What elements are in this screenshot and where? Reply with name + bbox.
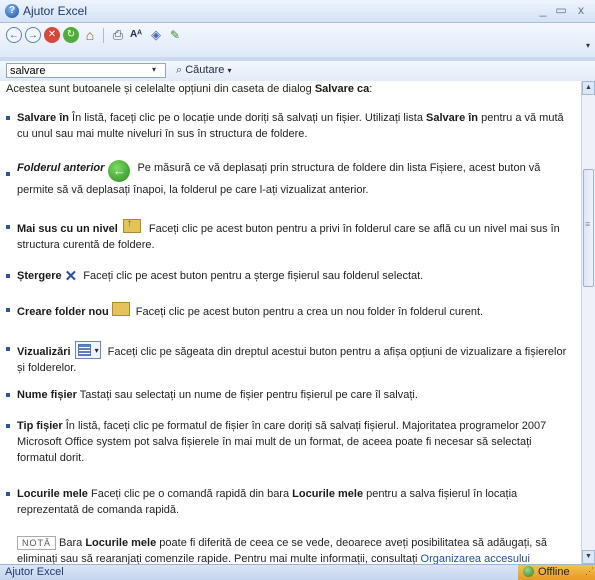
folder-up-icon	[122, 216, 141, 233]
minimize-button[interactable]: _	[535, 2, 551, 18]
refresh-icon[interactable]: ↻	[63, 27, 79, 43]
list-item-tip-fisier: Tip fișier În listă, faceți clic pe form…	[6, 418, 569, 466]
bullet	[6, 172, 10, 176]
vertical-scrollbar[interactable]: ▲ ▼	[581, 81, 595, 564]
scroll-up-icon[interactable]: ▲	[582, 81, 595, 95]
bullet	[6, 274, 10, 278]
bullet	[6, 225, 10, 229]
note-badge: NOTĂ	[17, 536, 57, 550]
back-icon[interactable]: ←	[6, 27, 22, 43]
stop-icon[interactable]: ✕	[44, 27, 60, 43]
maximize-button[interactable]: ▭	[553, 2, 569, 18]
close-button[interactable]: x	[573, 2, 589, 18]
bullet	[6, 492, 10, 496]
print-icon[interactable]: ⎙	[110, 27, 126, 43]
offline-status-button[interactable]: Offline ⋰	[518, 565, 595, 580]
delete-icon: ✕	[64, 268, 78, 285]
list-item-locurile-mele: Locurile mele Faceți clic pe o comandă r…	[6, 486, 569, 518]
organizing-access-link[interactable]: Organizarea accesului	[421, 553, 530, 564]
list-item-vizualizari: Vizualizări ▾ Faceți clic pe săgeata din …	[6, 341, 569, 376]
bullet	[6, 424, 10, 428]
home-icon[interactable]: ⌂	[82, 27, 98, 43]
bullet	[6, 308, 10, 312]
list-item-creare-folder: Creare folder nou Faceți clic pe acest b…	[6, 302, 569, 320]
window-title: Ajutor Excel	[23, 4, 88, 18]
note-block: NOTĂ Bara Locurile mele poate fi diferită…	[17, 536, 547, 564]
toolbar-overflow-icon[interactable]: ▾	[586, 41, 590, 50]
toolbar: ← → ✕ ↻ ⌂ ⎙ Aᴬ ◈ ✎ ▾	[0, 23, 595, 57]
scroll-thumb[interactable]	[583, 169, 594, 287]
intro-text: Acestea sunt butoanele și celelalte opți…	[6, 83, 373, 95]
title-bar: ? Ajutor Excel _ ▭ x	[0, 0, 595, 23]
bullet	[6, 116, 10, 120]
chevron-down-icon: ▾	[227, 66, 232, 75]
font-size-icon[interactable]: Aᴬ	[128, 27, 144, 43]
search-bar: ▾ ⌕ Căutare ▾	[0, 60, 595, 82]
search-icon: ⌕	[176, 64, 183, 76]
pin-icon[interactable]: ✎	[167, 27, 183, 43]
search-button[interactable]: ⌕ Căutare ▾	[176, 64, 231, 77]
list-item-salvare-in: Salvare în În listă, faceți clic pe o lo…	[6, 110, 569, 142]
new-folder-icon	[111, 302, 130, 316]
back-arrow-icon: ←	[108, 160, 131, 182]
list-item-stergere: Ștergere ✕ Faceți clic pe acest buton pen…	[6, 268, 569, 285]
views-icon: ▾	[74, 341, 101, 359]
help-content: Acestea sunt butoanele și celelalte opți…	[0, 81, 581, 564]
scroll-down-icon[interactable]: ▼	[582, 550, 595, 564]
status-app-name: Ajutor Excel	[5, 566, 64, 578]
bullet	[6, 347, 10, 351]
offline-label: Offline	[538, 566, 570, 578]
search-input[interactable]	[6, 63, 166, 78]
forward-icon[interactable]: →	[25, 27, 41, 43]
help-icon: ?	[5, 4, 19, 18]
search-button-label: Căutare	[185, 64, 225, 76]
book-icon[interactable]: ◈	[148, 27, 164, 43]
list-item-mai-sus: Mai sus cu un nivel Faceți clic pe acest…	[6, 216, 569, 253]
search-dropdown-icon[interactable]: ▾	[152, 65, 156, 74]
offline-icon	[523, 566, 534, 577]
resize-grip-icon[interactable]: ⋰	[585, 566, 594, 577]
toolbar-separator	[103, 28, 104, 43]
bullet	[6, 393, 10, 397]
status-bar: Ajutor Excel Offline ⋰	[0, 564, 595, 580]
list-item-folderul-anterior: Folderul anterior ← Pe măsură ce vă depla…	[6, 160, 569, 198]
list-item-nume-fisier: Nume fișier Tastați sau selectați un num…	[6, 387, 569, 403]
